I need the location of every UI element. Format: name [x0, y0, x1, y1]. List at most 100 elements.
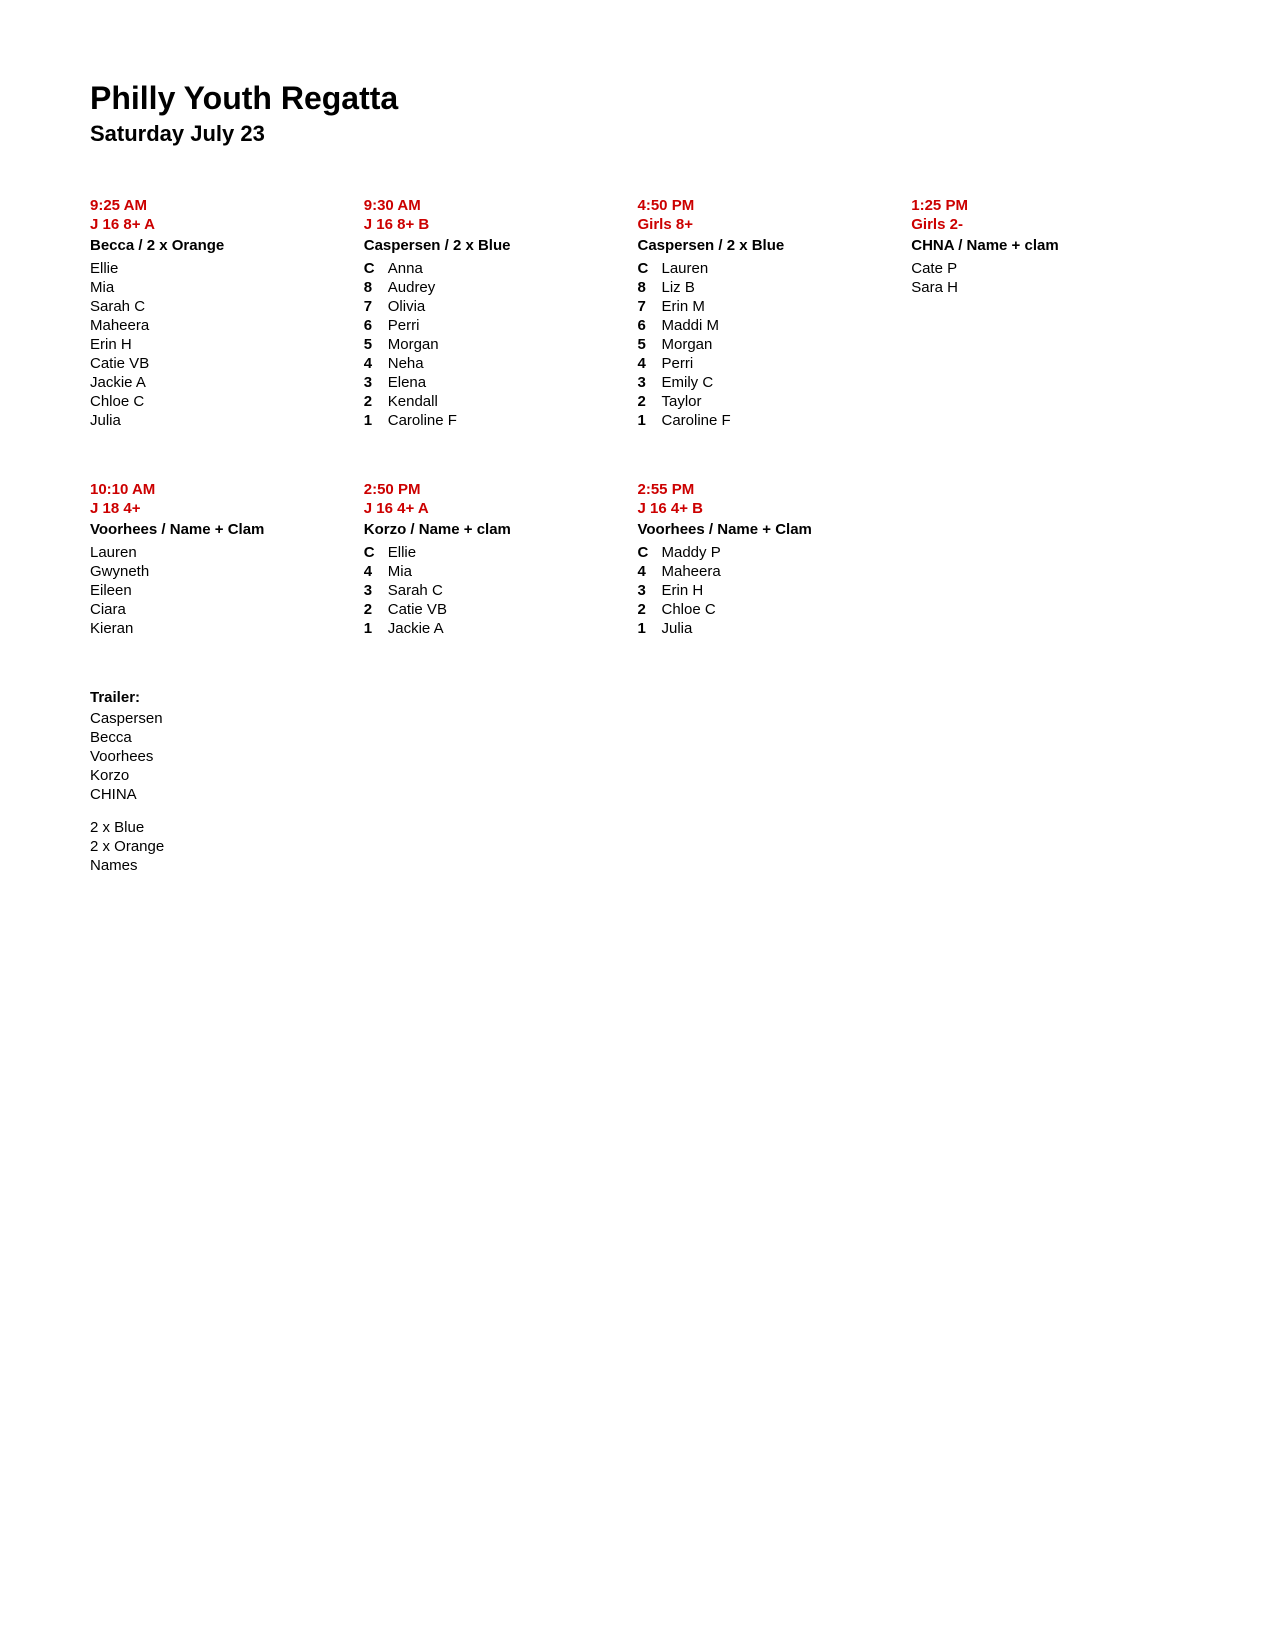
trailer-item: Names — [90, 857, 1185, 874]
event-column: 9:30 AMJ 16 8+ BCaspersen / 2 x BlueCAnn… — [364, 197, 638, 431]
rower-seat: 4 — [638, 355, 656, 372]
rower-name: Lauren — [662, 260, 709, 277]
rower-seat: 5 — [364, 336, 382, 353]
rower-seat: 5 — [638, 336, 656, 353]
rower-row: 4Mia — [364, 563, 618, 580]
rower-row: 4 Maheera — [638, 563, 892, 580]
rower-name: Gwyneth — [90, 563, 149, 580]
event-column — [911, 481, 1185, 639]
rower-row: 3 Elena — [364, 374, 618, 391]
rower-seat: 3 — [638, 374, 656, 391]
rower-seat: 6 — [638, 317, 656, 334]
rower-row: 2Taylor — [638, 393, 892, 410]
rower-seat: 2 — [638, 601, 656, 618]
rower-row: Gwyneth — [90, 563, 344, 580]
trailer-item: Korzo — [90, 767, 1185, 784]
rower-name: Maheera — [662, 563, 721, 580]
rower-name: Neha — [388, 355, 424, 372]
event-class: J 16 4+ A — [364, 500, 618, 517]
rower-name: Perri — [662, 355, 694, 372]
rower-name: Cate P — [911, 260, 957, 277]
rower-name: Julia — [662, 620, 693, 637]
trailer-label: Trailer: — [90, 689, 1185, 706]
rower-seat: 2 — [364, 601, 382, 618]
rower-name: Catie VB — [388, 601, 447, 618]
trailer-item: Becca — [90, 729, 1185, 746]
rower-row: C Anna — [364, 260, 618, 277]
rower-name: Elena — [388, 374, 426, 391]
rower-name: Caroline F — [662, 412, 731, 429]
event-column: 2:50 PMJ 16 4+ AKorzo / Name + clamCElli… — [364, 481, 638, 639]
rower-name: Chloe C — [90, 393, 144, 410]
rower-name: Kieran — [90, 620, 133, 637]
trailer-group2: 2 x Blue2 x OrangeNames — [90, 819, 1185, 874]
rower-seat: 4 — [638, 563, 656, 580]
rower-seat: C — [364, 544, 382, 561]
rower-seat: 6 — [364, 317, 382, 334]
event-time: 9:25 AM — [90, 197, 344, 214]
rower-name: Morgan — [388, 336, 439, 353]
rower-row: CEllie — [364, 544, 618, 561]
trailer-section: Trailer: CaspersenBeccaVoorheesKorzoCHIN… — [90, 689, 1185, 874]
rower-row: Catie VB — [90, 355, 344, 372]
rower-row: 7Olivia — [364, 298, 618, 315]
event-boat: Voorhees / Name + Clam — [90, 521, 344, 538]
rower-seat: C — [364, 260, 382, 277]
rower-row: Lauren — [90, 544, 344, 561]
rower-name: Kendall — [388, 393, 438, 410]
rower-seat: 4 — [364, 355, 382, 372]
rower-row: CMaddy P — [638, 544, 892, 561]
rower-name: Jackie A — [90, 374, 146, 391]
rower-name: Sarah C — [90, 298, 145, 315]
rower-row: 3Sarah C — [364, 582, 618, 599]
rower-row: Kieran — [90, 620, 344, 637]
rower-seat: 2 — [364, 393, 382, 410]
rower-seat: 1 — [638, 620, 656, 637]
rower-name: Catie VB — [90, 355, 149, 372]
rower-row: 6 Maddi M — [638, 317, 892, 334]
rower-row: 3Erin H — [638, 582, 892, 599]
rower-name: Maheera — [90, 317, 149, 334]
rower-row: 8Liz B — [638, 279, 892, 296]
event-boat: CHNA / Name + clam — [911, 237, 1165, 254]
rower-row: 7Erin M — [638, 298, 892, 315]
rower-name: Ellie — [90, 260, 118, 277]
rower-row: CLauren — [638, 260, 892, 277]
event-boat: Caspersen / 2 x Blue — [638, 237, 892, 254]
rower-seat: 3 — [364, 374, 382, 391]
rower-name: Erin H — [90, 336, 132, 353]
rower-seat: 1 — [364, 412, 382, 429]
page-subtitle: Saturday July 23 — [90, 121, 1185, 147]
rower-name: Maddi M — [662, 317, 720, 334]
event-class: Girls 8+ — [638, 216, 892, 233]
trailer-item: 2 x Blue — [90, 819, 1185, 836]
event-time: 10:10 AM — [90, 481, 344, 498]
event-time: 1:25 PM — [911, 197, 1165, 214]
rower-row: Maheera — [90, 317, 344, 334]
rower-seat: C — [638, 544, 656, 561]
rower-row: 5 Morgan — [364, 336, 618, 353]
rower-row: Julia — [90, 412, 344, 429]
rower-seat: 2 — [638, 393, 656, 410]
trailer-item: CHINA — [90, 786, 1185, 803]
trailer-group1: CaspersenBeccaVoorheesKorzoCHINA — [90, 710, 1185, 803]
rower-row: 1 Julia — [638, 620, 892, 637]
rower-seat: 1 — [638, 412, 656, 429]
rower-row: Sara H — [911, 279, 1165, 296]
rower-name: Eileen — [90, 582, 132, 599]
rower-name: Audrey — [388, 279, 436, 296]
rower-name: Anna — [388, 260, 423, 277]
rower-name: Emily C — [662, 374, 714, 391]
event-time: 2:50 PM — [364, 481, 618, 498]
rower-seat: 8 — [638, 279, 656, 296]
rower-row: 1Caroline F — [364, 412, 618, 429]
trailer-item: Voorhees — [90, 748, 1185, 765]
rower-row: Cate P — [911, 260, 1165, 277]
rower-row: Sarah C — [90, 298, 344, 315]
rower-seat: 3 — [638, 582, 656, 599]
rower-row: Mia — [90, 279, 344, 296]
event-time: 2:55 PM — [638, 481, 892, 498]
rower-name: Sara H — [911, 279, 958, 296]
rower-row: 2 Kendall — [364, 393, 618, 410]
event-boat: Voorhees / Name + Clam — [638, 521, 892, 538]
